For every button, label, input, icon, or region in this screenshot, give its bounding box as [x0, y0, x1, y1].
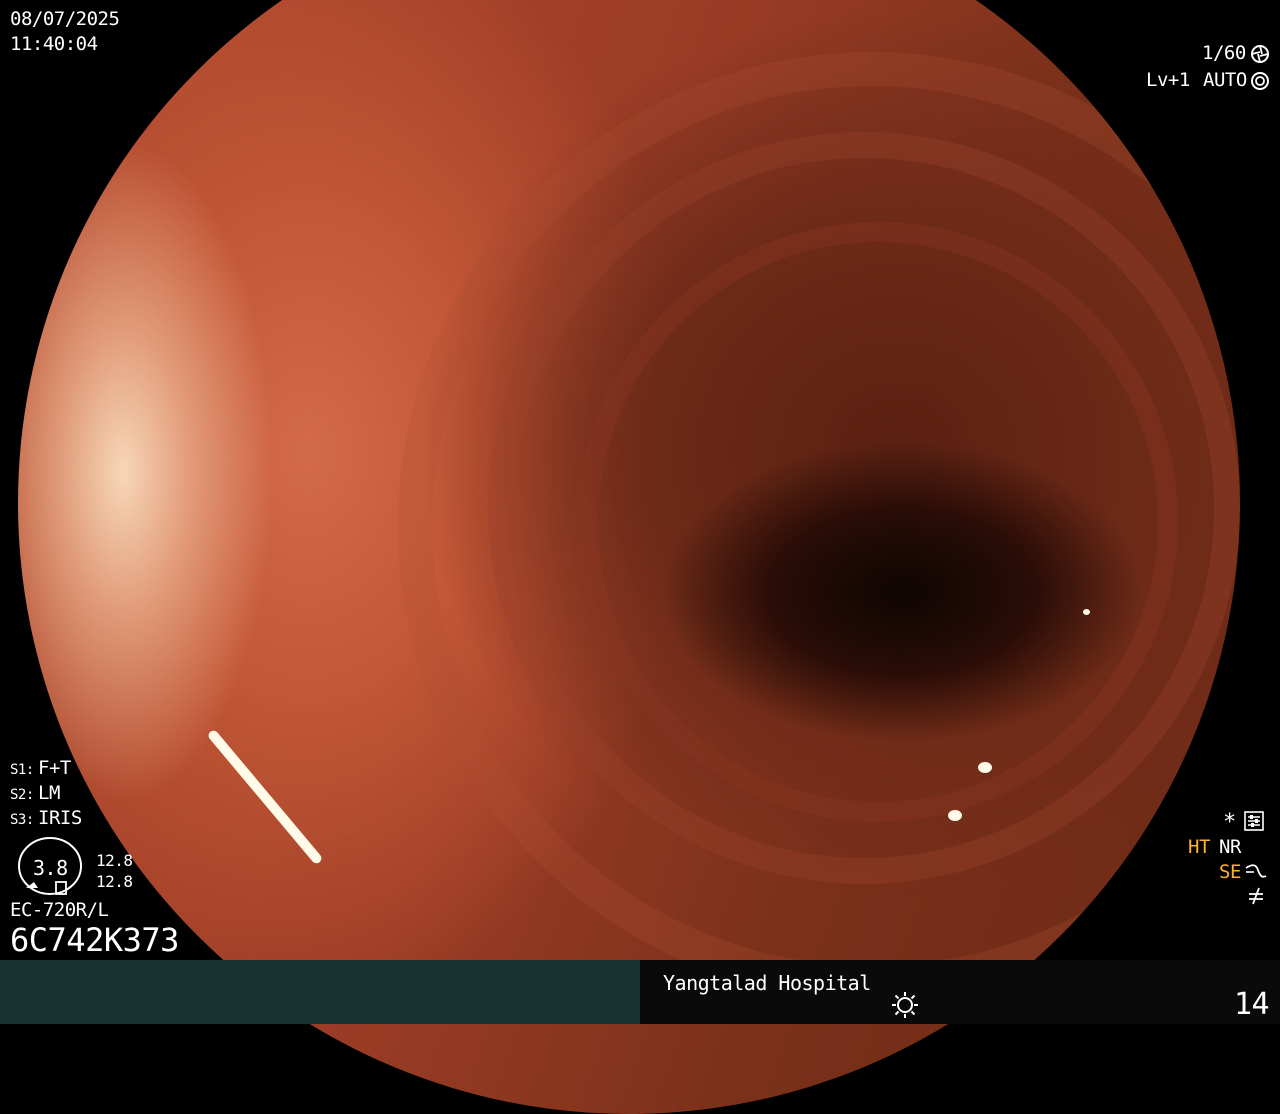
time: 11:40:04 — [10, 33, 98, 55]
brightness-level: Lv+1 — [1146, 69, 1190, 91]
asterisk-indicator: * — [1223, 810, 1236, 835]
date: 08/07/2025 — [10, 8, 120, 30]
frame-number: 14 — [1234, 987, 1270, 1022]
iris-mode: AUTO — [1203, 69, 1247, 91]
footer-right-panel: Yangtalad Hospital 14 — [640, 960, 1280, 1024]
aperture-icon — [1251, 45, 1269, 63]
not-equal-icon — [1249, 887, 1263, 905]
s2-value: LM — [38, 782, 60, 804]
ht-label: HT — [1188, 836, 1210, 858]
hospital-name: Yangtalad Hospital — [663, 971, 871, 995]
gauge-value: 3.8 — [33, 856, 68, 880]
gauge-bottom: 12.8 — [96, 872, 133, 891]
s3-value: IRIS — [38, 807, 82, 829]
s1-prefix: S1: — [10, 762, 34, 778]
scope-serial: 6C742K373 — [10, 921, 179, 959]
light-reflection — [206, 728, 324, 866]
light-reflection — [1083, 609, 1090, 615]
nr-label: NR — [1219, 836, 1241, 858]
endoscopic-image — [18, 0, 1240, 1114]
settings-sliders-icon — [1244, 811, 1264, 831]
scope-model: EC-720R/L — [10, 899, 109, 921]
light-reflection — [978, 762, 992, 773]
footer-left-panel — [0, 960, 640, 1024]
s2-prefix: S2: — [10, 787, 34, 803]
light-bulb-icon — [892, 992, 918, 1018]
mucosal-fold — [398, 52, 1240, 1000]
s1-value: F+T — [38, 757, 71, 779]
light-reflection — [948, 810, 962, 821]
curve-icon — [1245, 864, 1267, 878]
s3-prefix: S3: — [10, 812, 34, 828]
iris-icon — [1251, 72, 1269, 90]
se-label: SE — [1219, 861, 1241, 883]
shutter-speed: 1/60 — [1202, 42, 1246, 64]
